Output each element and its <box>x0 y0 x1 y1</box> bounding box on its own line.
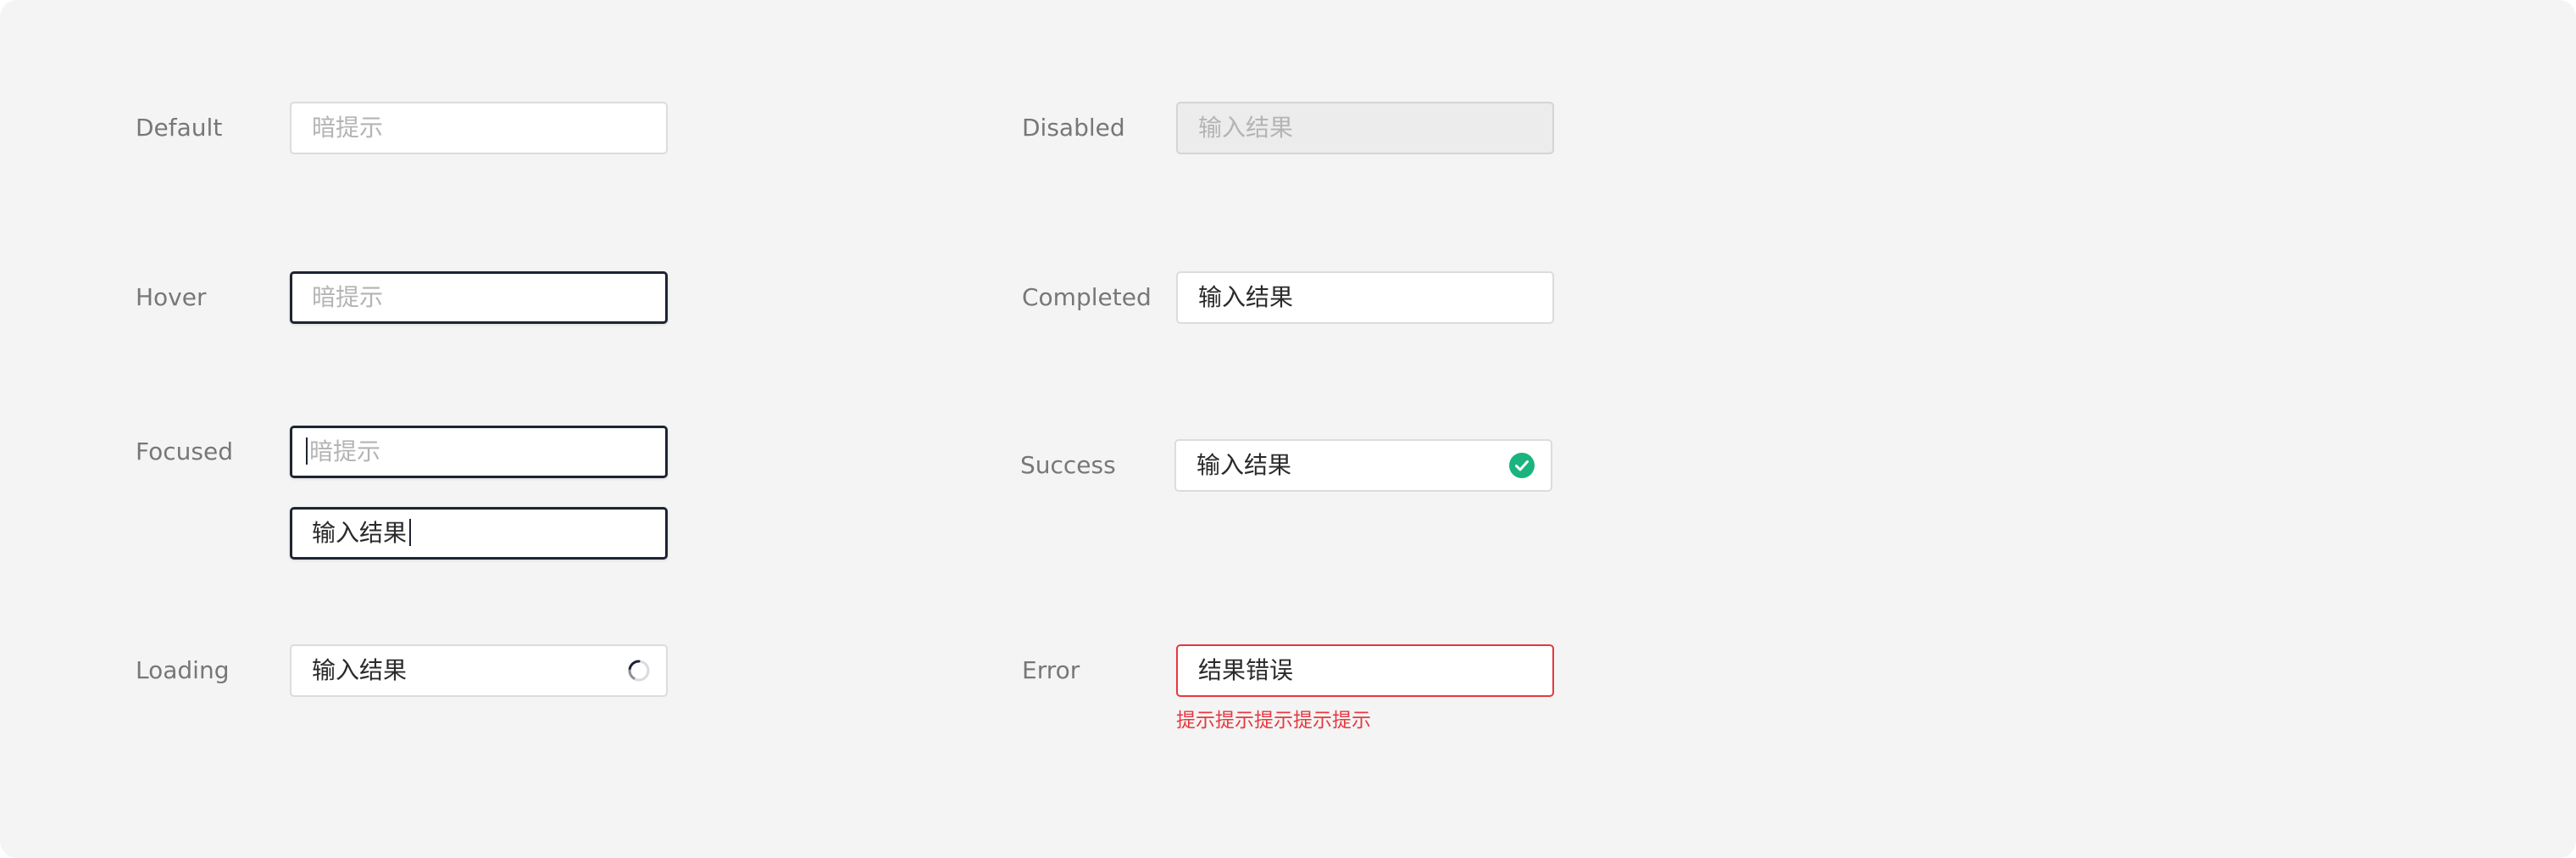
completed-state-label: Completed <box>1022 283 1152 311</box>
input-states-board: Default 暗提示 Hover 暗提示 Focused 暗提示 输入结果 L… <box>0 0 2576 858</box>
default-input-placeholder: 暗提示 <box>312 114 384 142</box>
error-input[interactable]: 结果错误 <box>1176 644 1554 697</box>
success-input-value: 输入结果 <box>1196 451 1292 479</box>
hover-input[interactable]: 暗提示 <box>290 271 668 324</box>
focused-empty-placeholder: 暗提示 <box>309 437 381 465</box>
default-input[interactable]: 暗提示 <box>290 102 668 154</box>
focused-state-label: Focused <box>136 437 233 465</box>
loading-spinner-icon <box>628 660 650 682</box>
loading-state-label: Loading <box>136 656 230 684</box>
disabled-input: 输入结果 <box>1176 102 1554 154</box>
error-hint-text: 提示提示提示提示提示 <box>1176 710 1371 732</box>
text-caret <box>409 519 412 546</box>
error-state-label: Error <box>1022 656 1080 684</box>
completed-input[interactable]: 输入结果 <box>1176 271 1554 324</box>
hover-state-label: Hover <box>136 283 207 311</box>
completed-input-value: 输入结果 <box>1198 283 1294 311</box>
focused-empty-input[interactable]: 暗提示 <box>290 426 668 478</box>
default-state-label: Default <box>136 114 223 142</box>
focused-filled-value: 输入结果 <box>312 519 408 547</box>
disabled-state-label: Disabled <box>1022 114 1125 142</box>
text-caret <box>306 437 308 465</box>
error-input-value: 结果错误 <box>1198 656 1294 684</box>
loading-input[interactable]: 输入结果 <box>290 644 668 697</box>
focused-filled-content: 输入结果 <box>312 510 412 557</box>
loading-input-value: 输入结果 <box>312 656 408 684</box>
hover-input-placeholder: 暗提示 <box>312 283 384 311</box>
success-input[interactable]: 输入结果 <box>1174 439 1552 492</box>
focused-filled-input[interactable]: 输入结果 <box>290 507 668 560</box>
success-state-label: Success <box>1020 451 1116 479</box>
check-circle-icon <box>1509 453 1535 478</box>
focused-empty-content: 暗提示 <box>306 428 380 476</box>
disabled-input-value: 输入结果 <box>1198 114 1294 142</box>
